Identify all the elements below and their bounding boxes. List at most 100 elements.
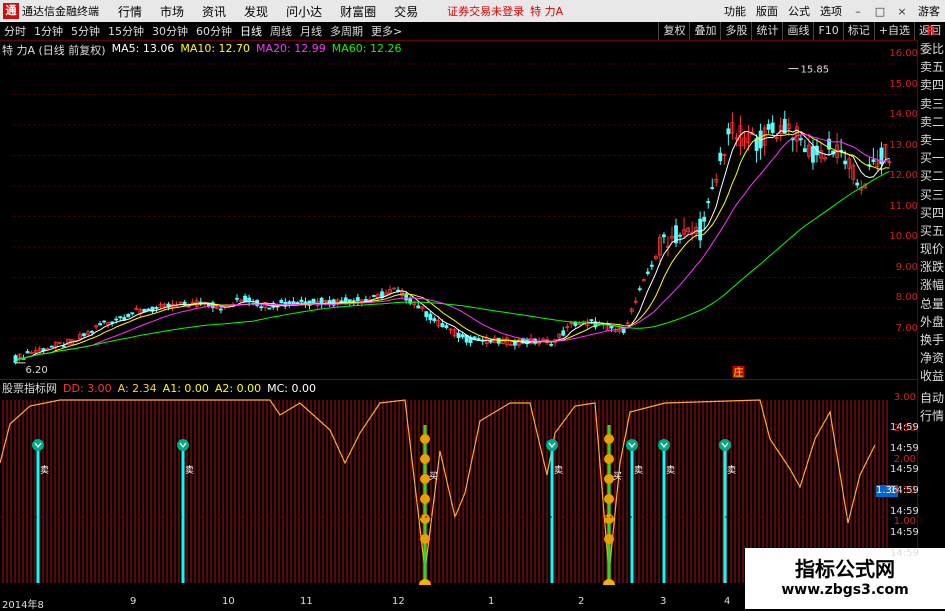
date-tick-label: 2: [578, 596, 585, 607]
tab-multi-period[interactable]: 多周期: [330, 23, 363, 39]
title-bar: 通 通达信金融终端 行情 市场 资讯 发现 问小达 财富圈 交易 证券交易未登录…: [0, 0, 945, 22]
sell-signal-icon: [177, 439, 189, 451]
date-tick-label: 10: [222, 596, 235, 607]
candle-body: [702, 216, 707, 222]
menu-market[interactable]: 行情: [118, 3, 142, 20]
sidebar-item[interactable]: 委比: [918, 40, 945, 58]
candle-body: [90, 331, 94, 333]
menu-guest[interactable]: 游客: [918, 3, 940, 19]
statistics-button[interactable]: 统计: [751, 22, 782, 40]
close-icon[interactable]: ×: [896, 5, 908, 18]
menu-function[interactable]: 功能: [724, 3, 746, 19]
tab-weekly[interactable]: 周线: [270, 23, 292, 39]
tab-monthly[interactable]: 月线: [300, 23, 322, 39]
add-watchlist-button[interactable]: +自选: [873, 22, 914, 40]
menu-formula[interactable]: 公式: [788, 3, 810, 19]
sidebar-item[interactable]: 自动: [918, 389, 945, 407]
coin-icon: [420, 434, 430, 444]
menu-trade[interactable]: 交易: [394, 3, 418, 20]
sidebar-item[interactable]: 收益: [918, 367, 945, 385]
sidebar-item[interactable]: 卖一: [918, 131, 945, 149]
candle-body: [802, 148, 807, 153]
candle-body: [49, 345, 54, 348]
date-tick-label: 3: [660, 596, 667, 607]
overlay-button[interactable]: 叠加: [689, 22, 720, 40]
date-tick-label: 4: [724, 596, 731, 607]
f10-button[interactable]: F10: [813, 22, 842, 40]
candle-body: [299, 299, 304, 303]
candle-body: [287, 301, 292, 305]
sidebar-item[interactable]: 外盘: [918, 313, 945, 331]
maximize-icon[interactable]: □: [874, 5, 886, 18]
price-tick-label: 12.00: [889, 170, 918, 181]
coin-icon: [420, 454, 430, 464]
candlestick-chart[interactable]: 15.85 6.20 庄: [0, 56, 915, 378]
tab-timeshare[interactable]: 分时: [4, 23, 26, 39]
sidebar-item[interactable]: 买二: [918, 167, 945, 185]
ma5-value: MA5: 13.06: [111, 42, 175, 55]
menu-discover[interactable]: 发现: [244, 3, 268, 20]
tab-5min[interactable]: 5分钟: [71, 23, 100, 39]
sidebar-item[interactable]: 行情: [918, 407, 945, 425]
sidebar-item[interactable]: 现价: [918, 240, 945, 258]
candle-body: [259, 306, 264, 309]
zhuang-tag-label: 庄: [734, 366, 744, 378]
chart-title: 特 力A (日线 前复权): [2, 44, 106, 57]
candle-body: [456, 332, 461, 339]
candle-body: [372, 295, 376, 297]
menu-ask[interactable]: 问小达: [286, 3, 322, 20]
sidebar-item[interactable]: 涨跌: [918, 258, 945, 276]
candle-body: [460, 334, 465, 338]
tab-30min[interactable]: 30分钟: [152, 23, 188, 39]
sidebar-item[interactable]: 买五: [918, 222, 945, 240]
price-tick-label: 7.00: [895, 322, 918, 334]
sidebar-item[interactable]: 卖五: [918, 58, 945, 76]
menu-market2[interactable]: 市场: [160, 3, 184, 20]
candle-body: [432, 318, 437, 322]
candle-body: [440, 323, 445, 328]
candle-body: [770, 122, 775, 133]
tab-1min[interactable]: 1分钟: [34, 23, 63, 39]
date-tick-label: 1: [488, 596, 495, 607]
candle-body: [798, 138, 803, 141]
candle-body: [662, 234, 666, 238]
sidebar-item[interactable]: 买三: [918, 186, 945, 204]
low-price-label: 6.20: [26, 365, 48, 376]
sidebar-item[interactable]: 卖二: [918, 113, 945, 131]
minimize-icon[interactable]: –: [852, 5, 864, 18]
sidebar-item[interactable]: 买一: [918, 149, 945, 167]
sidebar-item[interactable]: 卖三: [918, 95, 945, 113]
coin-icon: [604, 534, 614, 544]
sidebar-item[interactable]: 总量: [918, 295, 945, 313]
menu-news[interactable]: 资讯: [202, 3, 226, 20]
menu-layout[interactable]: 版面: [756, 3, 778, 19]
sidebar-item[interactable]: 换手: [918, 331, 945, 349]
mark-button[interactable]: 标记: [842, 22, 874, 40]
price-tick-label: 9.00: [895, 261, 918, 273]
multi-stock-button[interactable]: 多股: [720, 22, 751, 40]
tab-60min[interactable]: 60分钟: [196, 23, 232, 39]
candle-body: [488, 340, 493, 343]
menu-wealth[interactable]: 财富圈: [340, 3, 376, 20]
sell-label: 卖: [634, 465, 643, 476]
sidebar-item[interactable]: 卖四: [918, 76, 945, 94]
candle-body: [589, 319, 594, 322]
candle-body: [25, 351, 30, 354]
date-tick-label: 11: [300, 596, 313, 607]
candle-body: [82, 333, 86, 337]
tab-daily[interactable]: 日线: [240, 23, 262, 39]
price-axis: 16.00 15.00 14.00 13.00 12.00 11.00 10.00 9.00 8…: [888, 40, 918, 380]
date-tick-label: 9: [130, 596, 137, 607]
sidebar-item[interactable]: 净资: [918, 349, 945, 367]
sidebar-item[interactable]: 涨幅: [918, 276, 945, 294]
candle-body: [122, 317, 127, 320]
adjust-button[interactable]: 复权: [658, 22, 689, 40]
sidebar-item[interactable]: 买四: [918, 204, 945, 222]
candle-body: [146, 308, 151, 311]
menu-options[interactable]: 选项: [820, 3, 842, 19]
trade-login-notice[interactable]: 证券交易未登录: [447, 3, 524, 19]
tab-more[interactable]: 更多>: [371, 23, 402, 39]
draw-line-button[interactable]: 画线: [782, 22, 813, 40]
tab-15min[interactable]: 15分钟: [108, 23, 144, 39]
indicator-a2: A2: 0.00: [214, 381, 262, 395]
